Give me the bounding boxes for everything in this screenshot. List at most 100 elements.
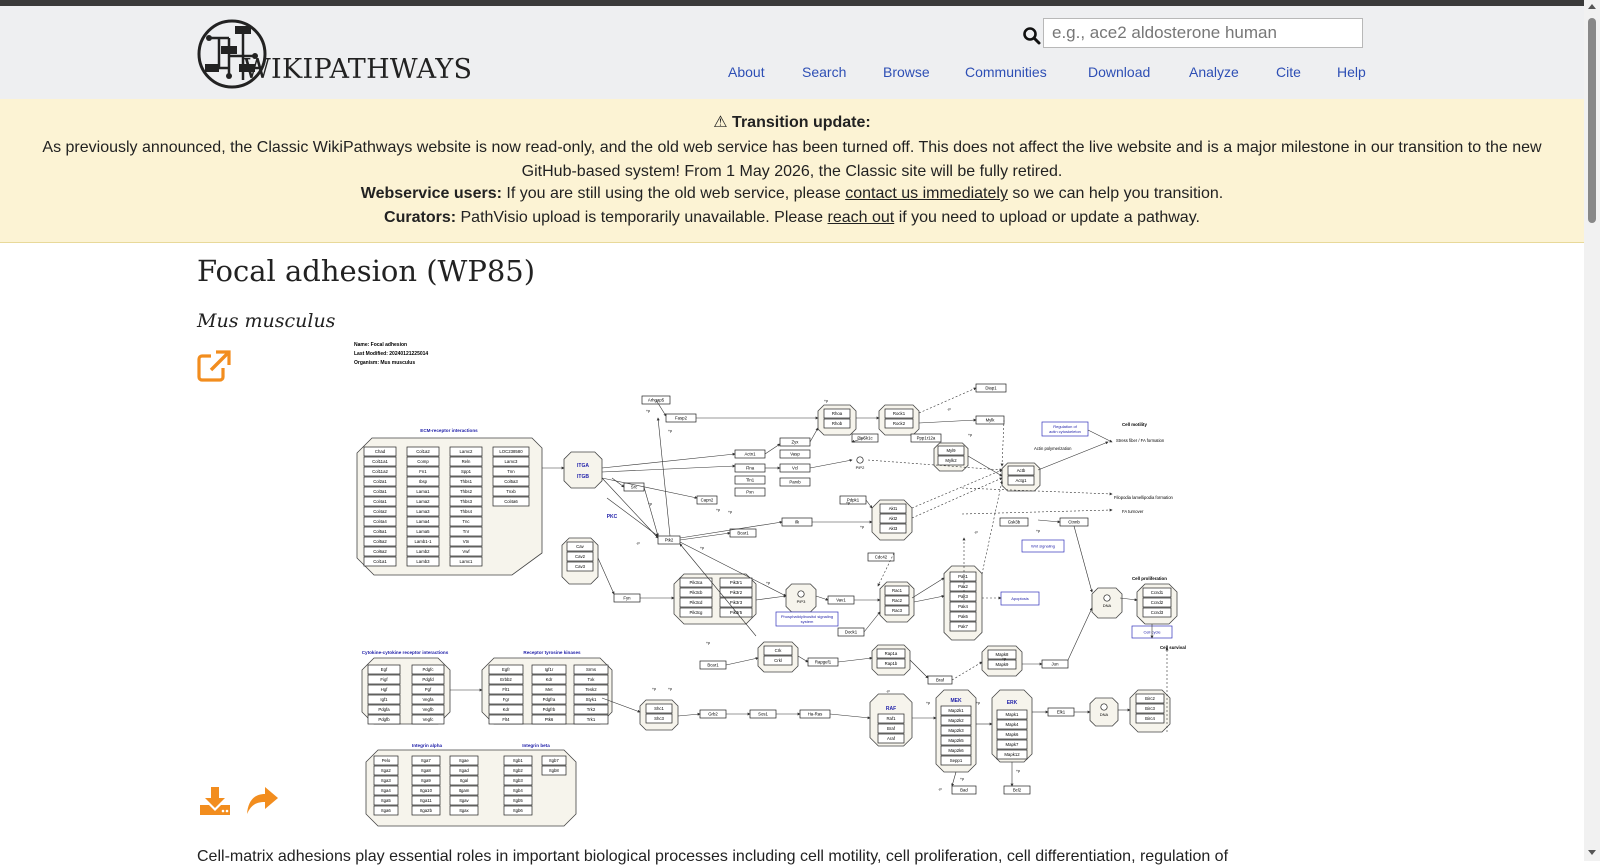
ecm-gene-label: Spp1	[461, 469, 472, 474]
gene-label: Mylk	[986, 418, 996, 423]
phospho-label: +p	[668, 687, 672, 691]
rtk-gene-label: Txk	[588, 677, 596, 682]
mek-gene-label: Map2k1	[948, 708, 964, 713]
nav-communities[interactable]: Communities	[965, 64, 1047, 80]
gene-label: Flna	[746, 466, 755, 471]
gene-label: Elk1	[1057, 710, 1066, 715]
interaction-edge	[967, 455, 1003, 477]
search-input[interactable]	[1043, 18, 1363, 48]
webservice-text-after: so we can help you transition.	[1007, 185, 1224, 202]
birc-gene-label: Birc2	[1145, 696, 1155, 701]
nav-search[interactable]: Search	[802, 64, 846, 80]
ecm-gene-label: Chad	[375, 449, 386, 454]
integrin-gene-label: Itga3	[381, 778, 391, 783]
rtk-gene-label: Srms	[586, 667, 596, 672]
phospho-label: +p	[1036, 529, 1040, 533]
scroll-up-arrow[interactable]	[1588, 4, 1596, 9]
nav-download[interactable]: Download	[1088, 64, 1150, 80]
mek-label: MEK	[950, 698, 962, 704]
raf-gene-label: Braf	[887, 726, 896, 731]
ecm-gene-label: Lama4	[416, 519, 430, 524]
integrin-gene-label: Itga2b	[420, 808, 433, 813]
contact-link[interactable]: contact us immediately	[845, 185, 1008, 202]
rtk-gene-label: Trk2	[587, 707, 596, 712]
integrin-alpha-title: Integrin alpha	[412, 743, 443, 748]
ecm-gene-label: Lamc2	[460, 449, 474, 454]
itg-complex	[563, 451, 603, 489]
myl-gene-label: Myl9	[946, 448, 956, 453]
nav-help[interactable]: Help	[1337, 64, 1366, 80]
scroll-thumb[interactable]	[1588, 18, 1596, 223]
cytokine-gene-label: Vegfc	[423, 717, 435, 722]
ecm-gene-label: Col1a1	[373, 559, 387, 564]
pik3c-gene-label: Pik3ca	[690, 580, 704, 585]
gene-label: Pip5k1c	[857, 436, 873, 441]
ecm-gene-label: Vwf	[462, 549, 470, 554]
diagram-meta: Last Modified: 20240121225014	[354, 351, 428, 357]
rtk-group-title: Receptor tyrosine kinases	[523, 650, 581, 655]
phospho-label: +p	[1016, 769, 1020, 773]
rock-gene-label: Rock2	[893, 421, 906, 426]
curators-text: PathVisio upload is temporarily unavaila…	[456, 209, 828, 226]
interaction-edge	[1037, 519, 1061, 524]
rtk-gene-label: Pdgfrb	[543, 707, 556, 712]
cytokine-group-title: Cytokine-cytokine receptor interactions	[362, 650, 449, 655]
scrollbar[interactable]	[1584, 0, 1600, 861]
banner-title: ⚠ Transition update:	[713, 114, 871, 131]
nav-analyze[interactable]: Analyze	[1189, 64, 1239, 80]
gene-label: Parvb	[789, 480, 801, 485]
phospho-label: +p	[968, 433, 972, 437]
cytokine-gene-label: Pdgfc	[423, 667, 435, 672]
ecm-gene-label: Ibsp	[419, 479, 428, 484]
ecm-gene-label: Thbs3	[460, 499, 473, 504]
phospho-label: +p	[846, 501, 850, 505]
interaction-edge	[981, 480, 1003, 575]
interaction-edge	[1087, 429, 1113, 443]
rtk-gene-label: Kdr	[546, 677, 553, 682]
integrin-gene-label: Itgb5	[513, 798, 523, 803]
pak-gene-label: Pak2	[958, 584, 968, 589]
ecm-gene-label: Thbs4	[460, 509, 473, 514]
nav-browse[interactable]: Browse	[883, 64, 930, 80]
external-link-icon[interactable]	[197, 350, 231, 382]
itga-label: ITGA	[577, 463, 589, 469]
reach-out-link[interactable]: reach out	[828, 209, 895, 226]
phospho-label: -p	[886, 689, 889, 693]
share-icon[interactable]	[245, 786, 279, 816]
gene-label: Cdc42	[875, 555, 888, 560]
cytokine-gene-label: Vegfb	[423, 707, 435, 712]
mek-gene-label: Sepp1	[950, 758, 963, 763]
transition-banner: ⚠ Transition update: As previously annou…	[0, 99, 1584, 243]
rtk-gene-label: Erbb2	[500, 677, 512, 682]
ccnd-gene-label: Ccnd3	[1151, 610, 1164, 615]
pip3-node	[785, 583, 817, 613]
diagram-meta: Organism: Mus musculus	[354, 360, 415, 366]
actin-regulation-link-label: actin cytoskeleton	[1049, 429, 1081, 434]
rap1-gene-label: Rap1a	[885, 651, 898, 656]
search-icon[interactable]	[1022, 26, 1042, 46]
ecm-gene-label: Reln	[462, 459, 471, 464]
nav-about[interactable]: About	[728, 64, 765, 80]
interaction-edge	[951, 771, 957, 787]
metabolite-node[interactable]	[1100, 703, 1108, 711]
metabolite-node[interactable]	[856, 456, 864, 464]
integrin-gene-label: Itga10	[420, 788, 433, 793]
scroll-down-arrow[interactable]	[1588, 850, 1596, 855]
interaction-edge	[913, 594, 945, 603]
ecm-gene-label: Thbs1	[460, 479, 473, 484]
metabolite-node[interactable]	[1103, 594, 1111, 602]
nav-cite[interactable]: Cite	[1276, 64, 1301, 80]
interaction-edge	[656, 417, 671, 537]
gene-label: Fyn	[623, 596, 631, 601]
pak-gene-label: Pak3	[958, 594, 968, 599]
metabolite-node[interactable]	[797, 590, 805, 598]
interaction-edge	[911, 477, 1003, 519]
actin-gene-label: Actg1	[1016, 478, 1028, 483]
banner-webservice: Webservice users: If you are still using…	[0, 185, 1584, 203]
integrin-gene-label: Pelo	[382, 758, 391, 763]
cytokine-gene-label: Pdgfd	[422, 677, 434, 682]
interaction-edge	[601, 452, 736, 469]
download-icon[interactable]	[199, 786, 231, 816]
apoptosis-link-label: Apoptosis	[1011, 596, 1029, 601]
pathway-diagram[interactable]: Name: Focal adhesion Last Modified: 20240…	[352, 338, 1232, 834]
